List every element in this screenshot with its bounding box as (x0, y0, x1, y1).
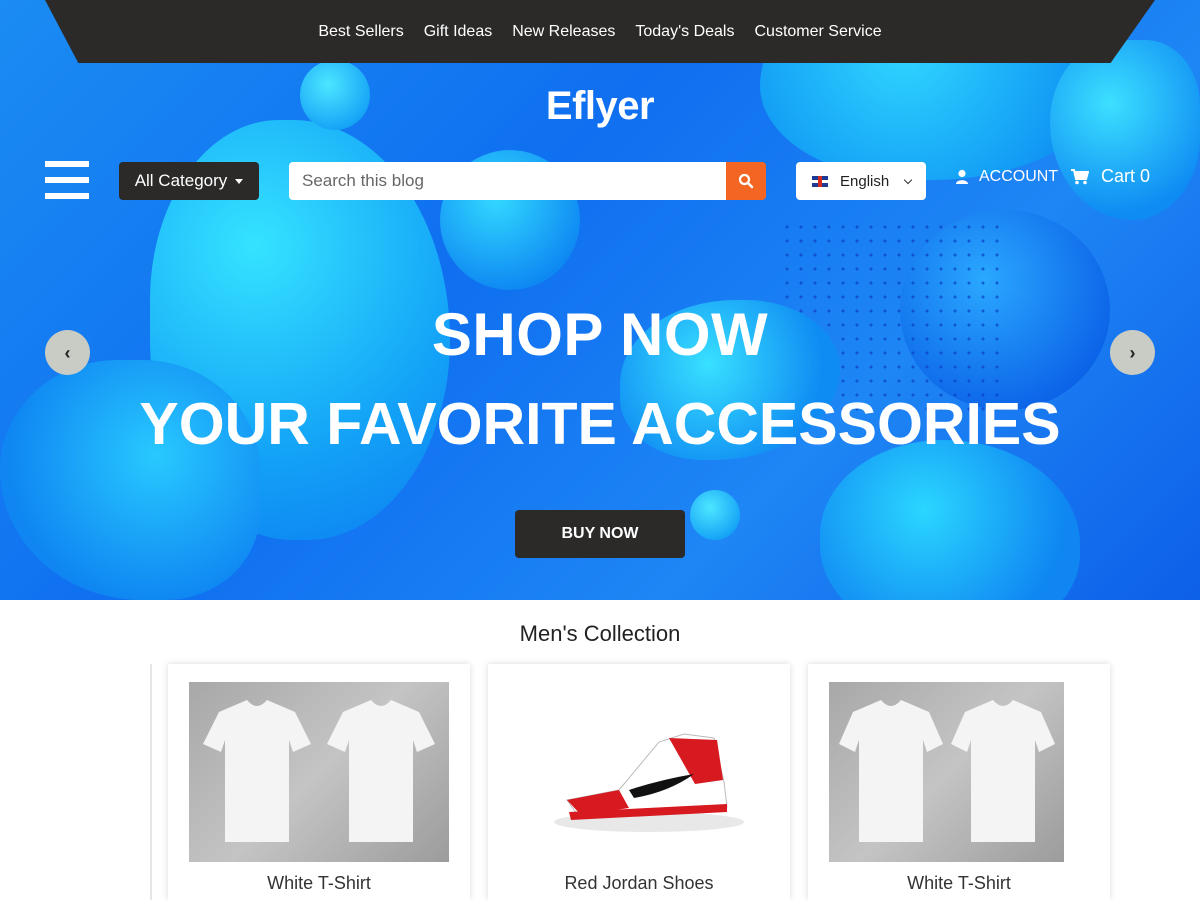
product-name: White T-Shirt (267, 873, 371, 893)
all-category-dropdown[interactable]: All Category (119, 162, 259, 200)
language-label: English (840, 172, 890, 190)
tshirt-image (203, 700, 435, 842)
cart-icon (1071, 168, 1089, 184)
caret-down-icon (235, 178, 244, 184)
hero-subheadline: YOUR FAVORITE ACCESSORIES (139, 391, 1061, 457)
hero-banner: Best Sellers Gift Ideas New Releases Tod… (0, 0, 1200, 600)
search-input[interactable] (289, 162, 726, 200)
cart-label: Cart 0 (1101, 166, 1151, 186)
chevron-down-icon (903, 175, 913, 184)
nav-link-new-releases[interactable]: New Releases (512, 23, 615, 41)
decor-blob (690, 490, 740, 540)
carousel-edge (150, 664, 152, 900)
account-label: ACCOUNT (979, 168, 1059, 185)
category-label: All Category (134, 171, 228, 190)
user-icon (956, 169, 968, 184)
decor-blob (820, 440, 1080, 600)
language-select[interactable]: English (796, 162, 926, 200)
nav-link-gift-ideas[interactable]: Gift Ideas (424, 23, 492, 41)
product-card[interactable]: White T-Shirt (168, 664, 470, 900)
uk-flag-icon (812, 175, 828, 187)
product-image (829, 682, 1064, 862)
product-name: White T-Shirt (907, 873, 1011, 893)
product-card[interactable]: Red Jordan Shoes (488, 664, 790, 900)
decor-blob (1050, 40, 1200, 220)
product-image (509, 682, 769, 862)
hero-headline: SHOP NOW (431, 301, 769, 368)
search-button[interactable] (726, 162, 766, 200)
nav-link-customer-service[interactable]: Customer Service (754, 23, 881, 41)
section-title: Men's Collection (519, 621, 681, 646)
menu-icon[interactable] (45, 161, 89, 199)
cart-link[interactable]: Cart 0 (1071, 166, 1150, 187)
nav-link-todays-deals[interactable]: Today's Deals (635, 23, 734, 41)
product-card[interactable]: White T-Shirt (808, 664, 1110, 900)
site-logo[interactable]: Eflyer (0, 84, 1200, 129)
product-image (189, 682, 449, 862)
tshirt-image (839, 700, 1055, 842)
top-navigation: Best Sellers Gift Ideas New Releases Tod… (45, 0, 1155, 63)
search-icon (738, 173, 754, 189)
nav-link-best-sellers[interactable]: Best Sellers (318, 23, 403, 41)
buy-now-button[interactable]: BUY NOW (515, 510, 685, 558)
shoe-image (554, 733, 744, 832)
account-link[interactable]: ACCOUNT (955, 168, 1058, 186)
product-name: Red Jordan Shoes (564, 873, 714, 893)
